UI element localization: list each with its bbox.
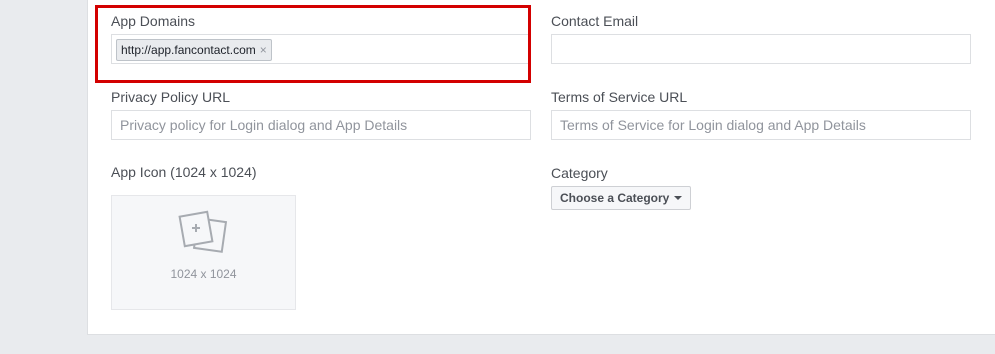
app-domain-tag: http://app.fancontact.com × xyxy=(116,39,272,61)
app-icon-label: App Icon (1024 x 1024) xyxy=(111,164,257,180)
add-picture-icon xyxy=(178,210,228,253)
app-domain-tag-text: http://app.fancontact.com xyxy=(121,43,256,57)
privacy-policy-input[interactable]: Privacy policy for Login dialog and App … xyxy=(111,110,531,140)
close-icon[interactable]: × xyxy=(260,44,267,56)
terms-of-service-input[interactable]: Terms of Service for Login dialog and Ap… xyxy=(551,110,971,140)
category-label: Category xyxy=(551,165,608,181)
privacy-policy-label: Privacy Policy URL xyxy=(111,89,231,105)
contact-email-input[interactable] xyxy=(551,34,971,64)
terms-of-service-label: Terms of Service URL xyxy=(551,89,688,105)
app-domains-label: App Domains xyxy=(111,13,196,29)
category-button-label: Choose a Category xyxy=(560,191,670,205)
caret-down-icon xyxy=(674,196,683,200)
app-icon-upload[interactable]: 1024 x 1024 xyxy=(111,195,296,310)
app-icon-caption: 1024 x 1024 xyxy=(170,267,237,281)
category-dropdown-button[interactable]: Choose a Category xyxy=(551,186,692,210)
contact-email-label: Contact Email xyxy=(551,13,639,29)
